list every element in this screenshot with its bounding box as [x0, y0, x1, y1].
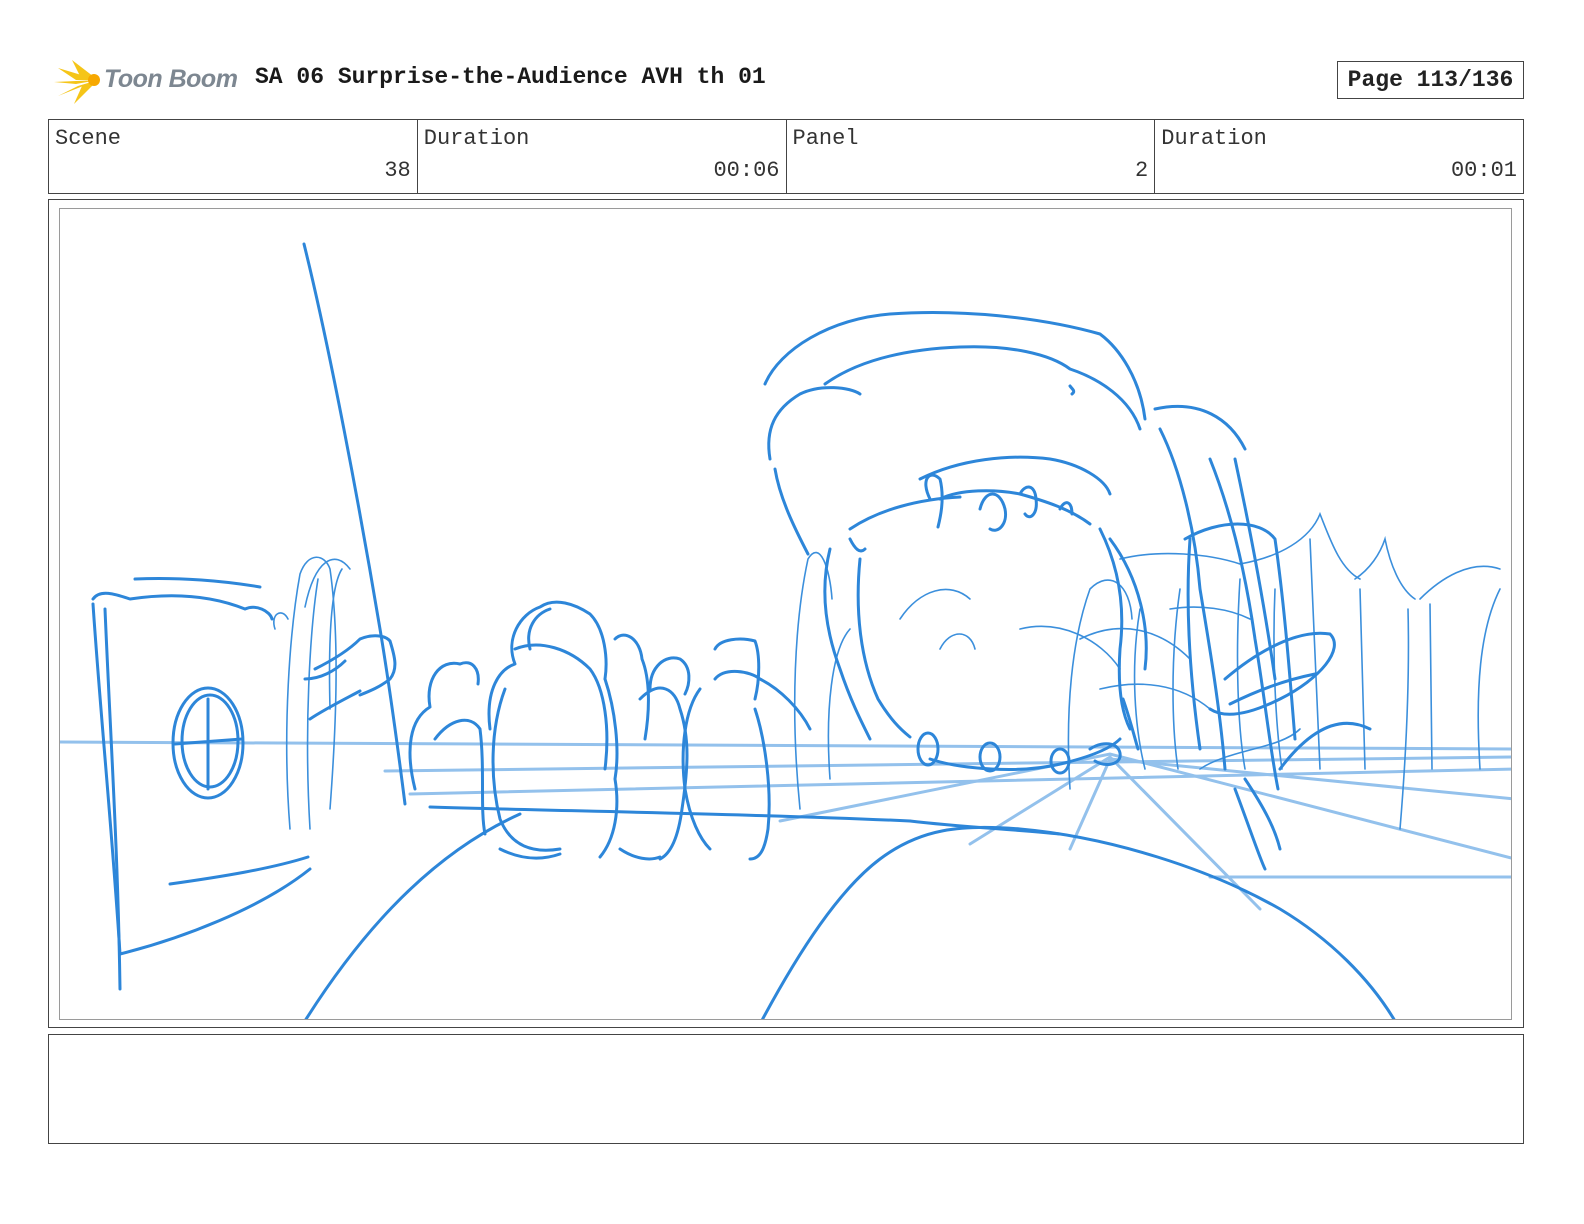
panel-value: 2 — [1135, 158, 1149, 183]
logo-text: Toon Boom — [104, 65, 238, 93]
panel-duration-value: 00:01 — [1450, 158, 1517, 183]
scene-duration-value: 00:06 — [713, 158, 780, 183]
storyboard-sketch — [60, 242, 1511, 1019]
toon-boom-starburst-icon — [54, 60, 100, 104]
perspective-lines — [60, 740, 1511, 911]
scene-info-table: Scene 38 Duration 00:06 Panel 2 Duration… — [48, 119, 1524, 194]
scene-label: Scene — [55, 126, 122, 151]
panel-duration-cell: Duration 00:01 — [1155, 120, 1523, 193]
scene-value: 38 — [384, 158, 411, 183]
panel-label: Panel — [792, 126, 859, 151]
panel-notes-box — [48, 1034, 1524, 1144]
storyboard-panel-image — [59, 208, 1512, 1020]
panel-cell: Panel 2 — [787, 120, 1156, 193]
page-number-box: Page 113/136 — [1337, 61, 1524, 99]
toon-boom-logo: Toon Boom — [52, 56, 242, 106]
scene-duration-cell: Duration 00:06 — [418, 120, 787, 193]
storyboard-panel-frame — [48, 199, 1524, 1028]
document-title: SA 06 Surprise-the-Audience AVH th 01 — [255, 64, 766, 90]
main-sketch-strokes — [91, 242, 1396, 1019]
panel-duration-label: Duration — [1161, 126, 1267, 151]
scene-cell: Scene 38 — [49, 120, 418, 193]
scene-duration-label: Duration — [423, 126, 530, 151]
